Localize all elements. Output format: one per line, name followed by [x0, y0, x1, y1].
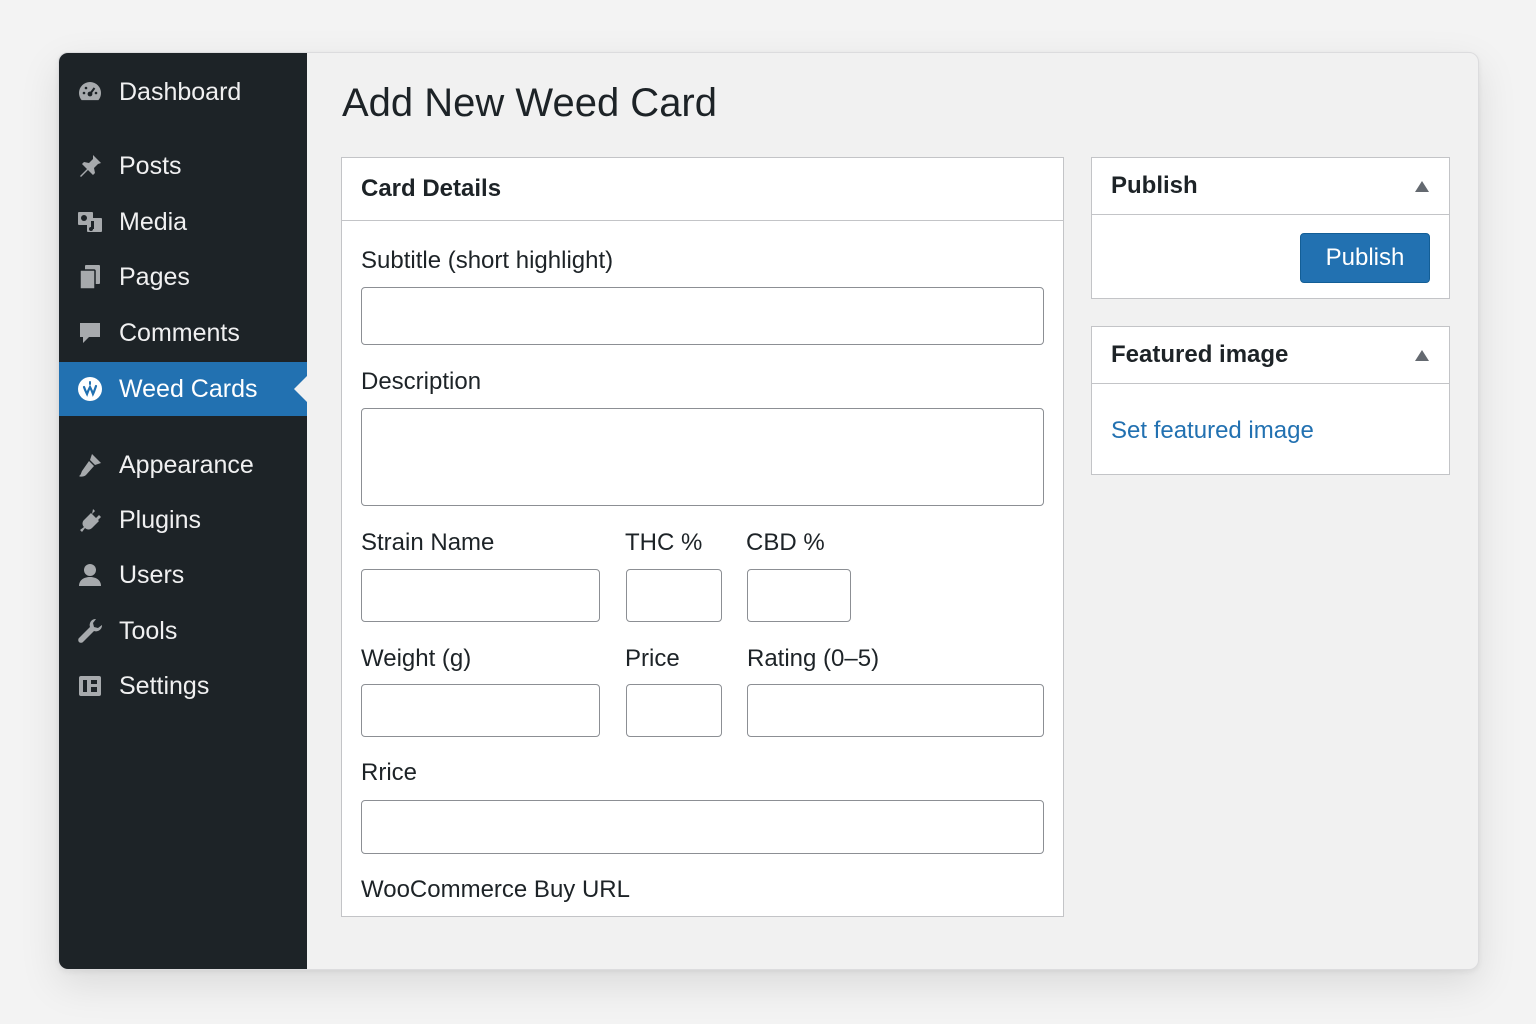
sidebar-item-media[interactable]: Media [59, 195, 307, 249]
description-textarea[interactable] [361, 408, 1044, 506]
pin-icon [75, 151, 105, 181]
media-icon [75, 207, 105, 237]
set-featured-image-link[interactable]: Set featured image [1111, 417, 1314, 445]
subtitle-input[interactable] [361, 287, 1044, 345]
sidebar-item-settings[interactable]: Settings [59, 659, 307, 713]
sidebar-item-label: Media [119, 207, 188, 236]
page-title: Add New Weed Card [342, 81, 717, 125]
sidebar-item-label: Weed Cards [119, 374, 258, 403]
brush-icon [75, 450, 105, 480]
plug-icon [75, 505, 105, 535]
rrice-label: Rrice [361, 759, 418, 786]
cbd-label: CBD % [746, 529, 825, 556]
sidebar-item-dashboard[interactable]: Dashboard [59, 65, 307, 119]
sidebar-item-label: Pages [119, 262, 190, 291]
buy-url-label: WooCommerce Buy URL [361, 876, 630, 903]
collapse-arrow-icon[interactable] [1415, 180, 1429, 192]
weight-input[interactable] [361, 684, 600, 737]
sidebar-item-comments[interactable]: Comments [59, 306, 307, 360]
sidebar-item-label: Users [119, 560, 185, 589]
sidebar-item-label: Settings [119, 671, 210, 700]
admin-sidebar: Dashboard Posts Media Pages Comments Wee… [59, 53, 307, 969]
sidebar-item-label: Posts [119, 151, 182, 180]
sidebar-item-weed-cards[interactable]: Weed Cards [59, 362, 307, 416]
sidebar-item-label: Comments [119, 318, 240, 347]
publish-box: Publish Publish [1091, 157, 1450, 299]
wrench-icon [75, 616, 105, 646]
sidebar-item-plugins[interactable]: Plugins [59, 493, 307, 547]
thc-label: THC % [625, 529, 703, 556]
weight-label: Weight (g) [361, 645, 472, 672]
comment-icon [75, 318, 105, 348]
collapse-arrow-icon[interactable] [1415, 349, 1429, 361]
weed-card-icon [75, 374, 105, 404]
rrice-input[interactable] [361, 800, 1044, 854]
card-details-header: Card Details [342, 158, 1063, 221]
dashboard-icon [75, 77, 105, 107]
publish-button[interactable]: Publish [1300, 233, 1430, 283]
featured-image-header: Featured image [1092, 327, 1449, 384]
price-label: Price [625, 645, 680, 672]
sidebar-item-tools[interactable]: Tools [59, 604, 307, 658]
app-window: Dashboard Posts Media Pages Comments Wee… [58, 52, 1479, 970]
description-label: Description [361, 368, 482, 395]
sidebar-item-users[interactable]: Users [59, 548, 307, 602]
price-input[interactable] [626, 684, 722, 737]
strain-name-input[interactable] [361, 569, 600, 622]
publish-box-title: Publish [1111, 172, 1198, 199]
rating-label: Rating (0–5) [747, 645, 880, 672]
sidebar-item-label: Appearance [119, 450, 254, 479]
settings-icon [75, 671, 105, 701]
user-icon [75, 560, 105, 590]
thc-input[interactable] [626, 569, 722, 622]
sidebar-item-label: Tools [119, 616, 178, 645]
card-details-box: Card Details Subtitle (short highlight) … [341, 157, 1064, 917]
subtitle-label: Subtitle (short highlight) [361, 247, 614, 274]
pages-icon [75, 262, 105, 292]
cbd-input[interactable] [747, 569, 851, 622]
featured-image-box: Featured image Set featured image [1091, 326, 1450, 475]
sidebar-item-posts[interactable]: Posts [59, 139, 307, 193]
sidebar-item-pages[interactable]: Pages [59, 250, 307, 304]
sidebar-item-appearance[interactable]: Appearance [59, 438, 307, 492]
featured-image-title: Featured image [1111, 341, 1289, 368]
sidebar-item-label: Dashboard [119, 77, 242, 106]
sidebar-item-label: Plugins [119, 505, 201, 534]
strain-name-label: Strain Name [361, 529, 495, 556]
main-content: Add New Weed Card Card Details Subtitle … [307, 53, 1478, 969]
publish-box-header: Publish [1092, 158, 1449, 215]
rating-input[interactable] [747, 684, 1044, 737]
